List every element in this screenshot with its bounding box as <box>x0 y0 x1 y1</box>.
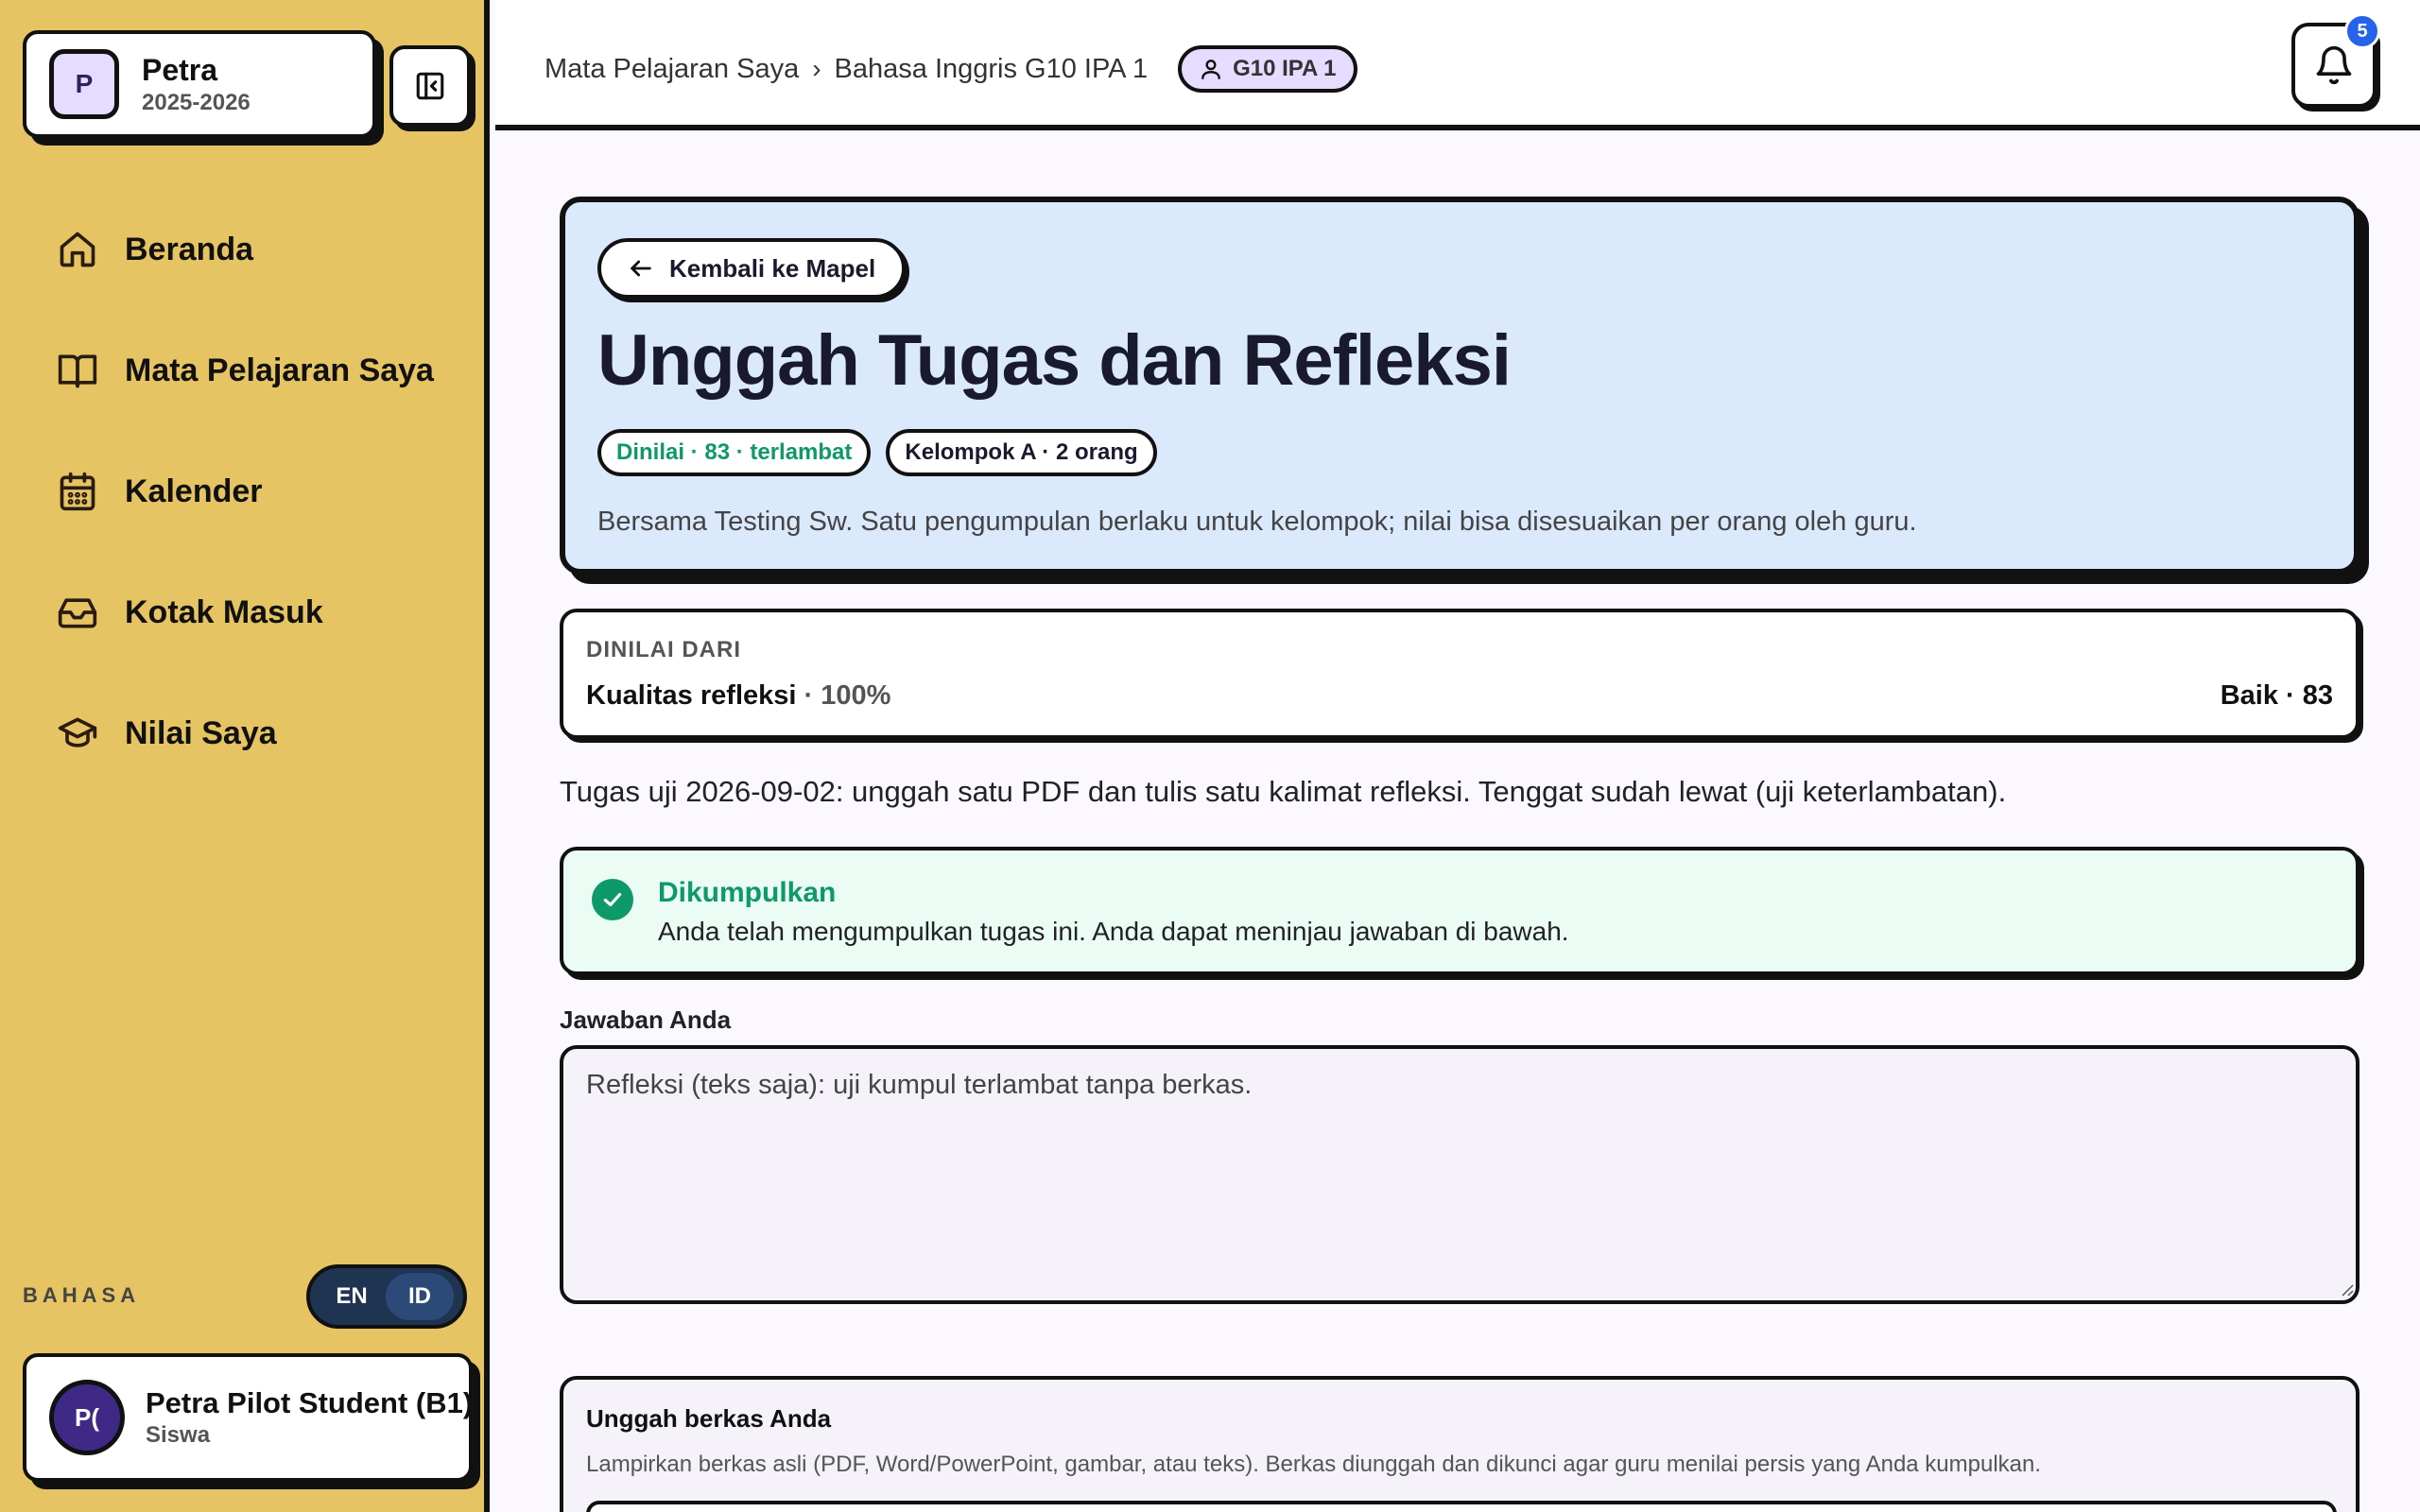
resize-handle-icon[interactable] <box>2339 1281 2354 1297</box>
grade-status-badge: Dinilai · 83 · terlambat <box>597 429 872 476</box>
check-circle-icon <box>592 879 633 920</box>
sidebar-item-label: Nilai Saya <box>125 714 277 751</box>
calendar-icon <box>60 472 95 511</box>
sidebar-collapse-icon <box>416 72 444 100</box>
upload-title: Unggah berkas Anda <box>586 1404 832 1433</box>
collapse-sidebar-button[interactable] <box>389 45 471 127</box>
language-option-id[interactable]: ID <box>386 1273 454 1320</box>
rubric-heading: DINILAI DARI <box>586 637 741 662</box>
status-text: Anda telah mengumpulkan tugas ini. Anda … <box>658 917 1569 946</box>
back-button-label: Kembali ke Mapel <box>669 253 876 283</box>
sidebar-item-beranda[interactable]: Beranda <box>57 219 434 280</box>
sidebar-item-kotak-masuk[interactable]: Kotak Masuk <box>57 582 434 643</box>
avatar: P( <box>49 1380 125 1455</box>
top-bar: Mata Pelajaran Saya › Bahasa Inggris G10… <box>495 0 2420 130</box>
school-switcher[interactable]: P Petra 2025-2026 <box>23 30 376 138</box>
breadcrumb-item-mata-pelajaran[interactable]: Mata Pelajaran Saya <box>544 54 799 85</box>
bell-icon <box>2316 45 2352 84</box>
user-icon <box>1201 60 1220 79</box>
sidebar-item-label: Beranda <box>125 231 254 267</box>
chevron-right-icon: › <box>812 54 821 83</box>
notification-count-badge: 5 <box>2344 13 2380 49</box>
breadcrumb: Mata Pelajaran Saya › Bahasa Inggris G10… <box>544 45 1357 93</box>
sidebar-item-nilai-saya[interactable]: Nilai Saya <box>57 703 434 764</box>
assignment-instructions: Tugas uji 2026-09-02: unggah satu PDF da… <box>560 775 2007 808</box>
sidebar-item-label: Kalender <box>125 472 263 509</box>
submission-status-alert: Dikumpulkan Anda telah mengumpulkan tuga… <box>560 847 2360 975</box>
user-profile-card[interactable]: P( Petra Pilot Student (B1) Siswa <box>23 1353 473 1482</box>
sidebar-item-label: Mata Pelajaran Saya <box>125 352 434 388</box>
rubric-criterion-weight: · 100% <box>804 680 891 711</box>
assignment-header: Kembali ke Mapel Unggah Tugas dan Reflek… <box>560 197 2360 575</box>
home-icon <box>60 232 95 267</box>
page-title: Unggah Tugas dan Refleksi <box>597 320 1512 401</box>
school-logo: P <box>49 49 119 119</box>
upload-section: Unggah berkas Anda Lampirkan berkas asli… <box>560 1376 2360 1512</box>
user-name: Petra Pilot Student (B1) <box>146 1386 473 1419</box>
sidebar-item-label: Kotak Masuk <box>125 593 323 630</box>
language-label: BAHASA <box>23 1283 141 1307</box>
status-title: Dikumpulkan <box>658 877 837 908</box>
graduation-cap-icon <box>58 717 97 747</box>
rubric-card: DINILAI DARI Kualitas refleksi · 100% Ba… <box>560 609 2360 739</box>
language-option-en[interactable]: EN <box>318 1273 386 1320</box>
school-year: 2025-2026 <box>142 89 251 115</box>
school-name: Petra <box>142 52 218 87</box>
upload-description: Lampirkan berkas asli (PDF, Word/PowerPo… <box>586 1452 2042 1477</box>
arrow-left-icon <box>631 260 651 277</box>
breadcrumb-item-current[interactable]: Bahasa Inggris G10 IPA 1 <box>835 54 1149 85</box>
class-chip: G10 IPA 1 <box>1178 45 1357 93</box>
sidebar-item-kalender[interactable]: Kalender <box>57 461 434 522</box>
language-toggle[interactable]: EN ID <box>306 1264 467 1329</box>
sidebar: P Petra 2025-2026 Beranda Mata Pelajaran… <box>0 0 490 1512</box>
rubric-score: Baik · 83 <box>2220 680 2333 711</box>
assignment-description: Bersama Testing Sw. Satu pengumpulan ber… <box>597 507 1917 537</box>
answer-textarea[interactable]: Refleksi (teks saja): uji kumpul terlamb… <box>560 1045 2360 1304</box>
back-to-subject-button[interactable]: Kembali ke Mapel <box>597 238 907 299</box>
group-badge: Kelompok A · 2 orang <box>886 429 1157 476</box>
answer-label: Jawaban Anda <box>560 1005 732 1034</box>
rubric-criterion: Kualitas refleksi · 100% <box>586 680 890 712</box>
book-icon <box>58 354 97 388</box>
rubric-criterion-name: Kualitas refleksi <box>586 680 797 711</box>
assignment-badges: Dinilai · 83 · terlambat Kelompok A · 2 … <box>597 429 1172 476</box>
sidebar-nav: Beranda Mata Pelajaran Saya Kalender Kot… <box>57 219 434 824</box>
class-chip-label: G10 IPA 1 <box>1233 56 1337 81</box>
user-role: Siswa <box>146 1422 211 1448</box>
sidebar-item-mata-pelajaran[interactable]: Mata Pelajaran Saya <box>57 340 434 401</box>
inbox-icon <box>58 598 97 628</box>
file-drop-zone[interactable] <box>586 1501 2337 1512</box>
